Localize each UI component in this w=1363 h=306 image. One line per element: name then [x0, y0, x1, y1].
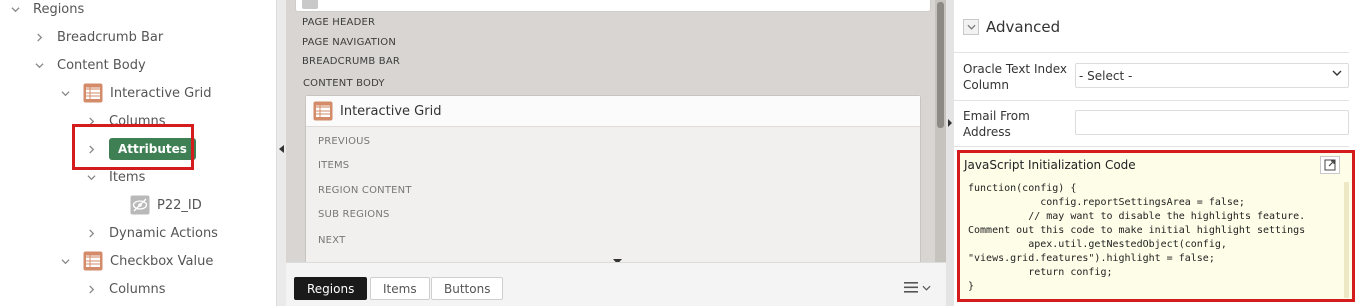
collapse-section-icon[interactable] [963, 19, 979, 35]
code-line: "views.grid.features").highlight = false… [968, 253, 1215, 264]
chevron-down-icon[interactable] [59, 255, 71, 267]
chevron-down-icon[interactable] [85, 171, 97, 183]
tree-node-interactive-grid[interactable]: Interactive Grid [59, 80, 211, 106]
tree-node-checkbox-value[interactable]: Checkbox Value [59, 248, 213, 274]
interactive-grid-card[interactable]: Interactive Grid PREVIOUS ITEMS REGION C… [305, 95, 921, 262]
tree-node-content-body[interactable]: Content Body [33, 52, 146, 78]
region-icon [302, 0, 318, 9]
divider [954, 100, 1349, 101]
gallery-menu-button[interactable] [904, 282, 931, 293]
slot-next[interactable]: NEXT [318, 235, 345, 246]
chevron-right-icon[interactable] [33, 31, 45, 43]
property-editor: Advanced Oracle Text Index Column - Sele… [954, 0, 1363, 306]
tab-items[interactable]: Items [370, 277, 430, 300]
slot-items[interactable]: ITEMS [318, 160, 349, 171]
interactive-grid-card-header[interactable]: Interactive Grid [306, 96, 920, 127]
hidden-item-icon [130, 195, 150, 215]
slot-content-body[interactable]: CONTENT BODY [303, 78, 385, 89]
code-line: // may want to disable the highlights fe… [968, 211, 1306, 222]
divider [954, 52, 1349, 53]
slot-previous[interactable]: PREVIOUS [318, 136, 370, 147]
tree-node-label: P22_ID [157, 197, 202, 213]
chevron-down-icon [1332, 70, 1342, 76]
layout-vertical-scrollbar[interactable] [935, 0, 946, 262]
chevron-down-icon[interactable] [33, 59, 45, 71]
tree-node-breadcrumb-bar[interactable]: Breadcrumb Bar [33, 24, 163, 50]
interactive-grid-icon [83, 251, 103, 271]
hamburger-menu-icon [904, 282, 918, 293]
interactive-grid-icon [313, 101, 333, 121]
tree-node-label: Breadcrumb Bar [57, 29, 164, 45]
page-region-card[interactable] [295, 0, 931, 12]
code-line: apex.util.getNestedObject(config, [968, 239, 1227, 250]
open-code-editor-button[interactable] [1320, 156, 1340, 174]
expand-icon [1324, 159, 1336, 171]
advanced-section-header[interactable]: Advanced [963, 18, 1060, 36]
slot-breadcrumb-bar[interactable]: BREADCRUMB BAR [302, 56, 400, 67]
chevron-down-icon[interactable] [59, 87, 71, 99]
chevron-down-icon [922, 285, 931, 291]
code-line: } [968, 281, 975, 292]
tree-node-label: Checkbox Value [110, 253, 214, 269]
email-from-address-input[interactable] [1075, 110, 1349, 135]
tree-node-label: Items [109, 169, 146, 185]
tree-node-label: Content Body [57, 57, 146, 73]
chevron-down-icon[interactable] [9, 3, 21, 15]
component-tree: Regions Breadcrumb Bar Content Body Inte… [0, 0, 277, 306]
chevron-right-icon[interactable] [85, 227, 97, 239]
scrollbar-thumb[interactable] [937, 2, 944, 128]
oracle-text-index-column-label: Oracle Text Index Column [963, 62, 1067, 92]
interactive-grid-icon [83, 83, 103, 103]
code-line: config.reportSettingsArea = false; [968, 197, 1245, 208]
code-line: return config; [968, 267, 1113, 278]
email-from-address-label: Email From Address [963, 109, 1030, 139]
tree-node-label: Regions [33, 1, 85, 17]
gallery-tab-bar: Regions Items Buttons [286, 262, 946, 306]
interactive-grid-card-title: Interactive Grid [340, 103, 442, 119]
chevron-right-icon[interactable] [85, 283, 97, 295]
collapse-left-icon[interactable] [278, 144, 285, 154]
code-line: function(config) { [968, 183, 1077, 194]
divider [954, 146, 1349, 147]
splitter-right[interactable] [946, 0, 954, 306]
tree-node-label: Columns [109, 281, 166, 297]
code-scrollbar[interactable] [1344, 182, 1349, 298]
tree-node-columns[interactable]: Columns [85, 276, 166, 302]
tree-node-p22-id[interactable]: P22_ID [130, 192, 202, 218]
code-line: Comment out this code to make initial hi… [968, 225, 1306, 236]
oracle-text-index-column-select[interactable]: - Select - [1075, 63, 1349, 88]
slot-page-navigation[interactable]: PAGE NAVIGATION [302, 37, 396, 48]
tree-node-dynamic-actions[interactable]: Dynamic Actions [85, 220, 218, 246]
splitter-left[interactable] [277, 0, 286, 306]
select-value: - Select - [1079, 68, 1133, 83]
collapse-right-icon[interactable] [947, 118, 953, 128]
slot-region-content[interactable]: REGION CONTENT [318, 185, 412, 196]
tree-node-regions[interactable]: Regions [9, 0, 84, 22]
javascript-initialization-code-field[interactable]: JavaScript Initialization Code function(… [957, 150, 1355, 302]
layout-view: PAGE HEADER PAGE NAVIGATION BREADCRUMB B… [286, 0, 946, 262]
tab-regions[interactable]: Regions [294, 277, 368, 300]
tab-buttons[interactable]: Buttons [431, 277, 504, 300]
tree-node-items[interactable]: Items [85, 164, 145, 190]
tree-node-label: Interactive Grid [110, 85, 212, 101]
advanced-section-title: Advanced [986, 18, 1061, 36]
slot-page-header[interactable]: PAGE HEADER [302, 17, 375, 28]
tree-node-label: Dynamic Actions [109, 225, 218, 241]
slot-sub-regions[interactable]: SUB REGIONS [318, 209, 390, 220]
javascript-initialization-code-label: JavaScript Initialization Code [964, 158, 1136, 172]
code-editor[interactable]: function(config) { config.reportSettings… [968, 182, 1348, 298]
